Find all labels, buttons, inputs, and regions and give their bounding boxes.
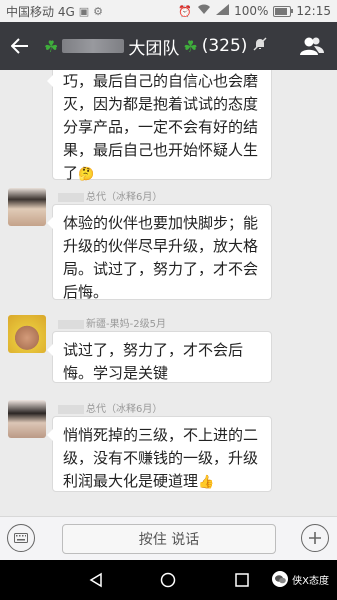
chat-header: ☘ 大团队 ☘ (325) — [0, 22, 337, 70]
message-line: 了🤔 — [63, 164, 95, 182]
wifi-icon — [197, 4, 211, 18]
message-line: 体验的伙伴也要加快脚步；能 — [63, 214, 259, 232]
message-line: 利润最大化是硬道理👍 — [63, 472, 215, 490]
signal-icon — [216, 4, 230, 18]
input-bar: 按住 说话 — [0, 516, 337, 560]
group-members-button[interactable] — [295, 22, 329, 70]
mute-bell-icon — [253, 37, 267, 55]
status-bar: 中国移动 4G ▣ ⚙ ⏰ 100% 12:15 — [0, 0, 337, 22]
people-icon — [300, 37, 324, 55]
thinking-emoji-icon: 🤔 — [78, 167, 95, 182]
nav-home-button[interactable] — [158, 570, 178, 590]
avatar[interactable] — [8, 188, 46, 226]
message-bubble[interactable]: 悄悄死掉的三级，不上进的二 级，没有不赚钱的一级，升级 利润最大化是硬道理👍 — [47, 416, 272, 492]
clover-icon: ☘ — [183, 36, 198, 56]
message-bubble[interactable]: 巧，最后自己的自信心也会磨 灭，因为都是抱着试试的态度 分享产品，一定不会有好的… — [47, 70, 272, 182]
navigation-bar: 侠X态度 — [0, 560, 337, 600]
wechat-logo-icon — [272, 571, 289, 587]
thumbs-up-emoji-icon: 👍 — [198, 475, 215, 490]
sender-name: 总代（冰释6月） — [58, 188, 162, 203]
battery-icon — [273, 5, 294, 17]
message-list[interactable]: 巧，最后自己的自信心也会磨 灭，因为都是抱着试试的态度 分享产品，一定不会有好的… — [0, 70, 337, 516]
message-line: 分享产品，一定不会有好的结 — [63, 118, 259, 136]
nav-back-button[interactable] — [86, 570, 106, 590]
keyboard-icon — [14, 533, 28, 543]
square-recents-icon — [235, 573, 249, 587]
message-line: 升级的伙伴尽早升级，放大格 — [63, 237, 259, 255]
clover-icon: ☘ — [44, 36, 59, 56]
circle-home-icon — [160, 572, 176, 588]
message-line: 悄悄死掉的三级，不上进的二 — [63, 426, 259, 444]
avatar[interactable] — [8, 400, 46, 438]
image-notification-icon: ▣ — [78, 4, 90, 18]
message-line: 悔。学习是关键 — [63, 364, 169, 382]
watermark-text: 侠X态度 — [292, 575, 329, 587]
message-bubble[interactable]: 体验的伙伴也要加快脚步；能 升级的伙伴尽早升级，放大格 局。试过了，努力了，才不… — [47, 204, 272, 301]
group-name: 大团队 — [128, 38, 180, 59]
clock: 12:15 — [296, 4, 331, 18]
sender-name: 新疆-果妈-2级5月 — [58, 315, 166, 330]
triangle-back-icon — [89, 572, 102, 588]
back-button[interactable] — [0, 22, 40, 70]
nav-recents-button[interactable] — [232, 570, 252, 590]
back-arrow-icon — [11, 38, 28, 54]
message-line: 试过了，努力了，才不会后 — [63, 341, 244, 359]
chat-title: ☘ 大团队 ☘ (325) — [44, 34, 267, 59]
message-line: 灭，因为都是抱着试试的态度 — [63, 95, 259, 113]
carrier-label: 中国移动 4G — [6, 4, 75, 19]
plus-icon — [309, 532, 321, 544]
keyboard-toggle-button[interactable] — [7, 524, 35, 552]
android-notification-icon: ⚙ — [93, 4, 104, 18]
message-line: 后悔。 — [63, 283, 109, 301]
watermark: 侠X态度 — [272, 571, 329, 587]
message-bubble[interactable]: 试过了，努力了，才不会后 悔。学习是关键 — [47, 331, 272, 383]
member-count: (325) — [201, 36, 248, 56]
avatar[interactable] — [8, 315, 46, 353]
hold-to-talk-button[interactable]: 按住 说话 — [62, 524, 276, 554]
message-line: 局。试过了，努力了，才不会 — [63, 260, 259, 278]
message-line: 巧，最后自己的自信心也会磨 — [63, 72, 259, 90]
more-options-button[interactable] — [301, 524, 329, 552]
message-line: 级，没有不赚钱的一级，升级 — [63, 449, 259, 467]
blurred-group-name — [62, 39, 125, 53]
message-line: 果，最后自己也开始怀疑人生 — [63, 141, 259, 159]
sender-name: 总代（冰释6月） — [58, 400, 162, 415]
battery-percent: 100% — [234, 4, 269, 18]
alarm-icon: ⏰ — [178, 4, 193, 18]
